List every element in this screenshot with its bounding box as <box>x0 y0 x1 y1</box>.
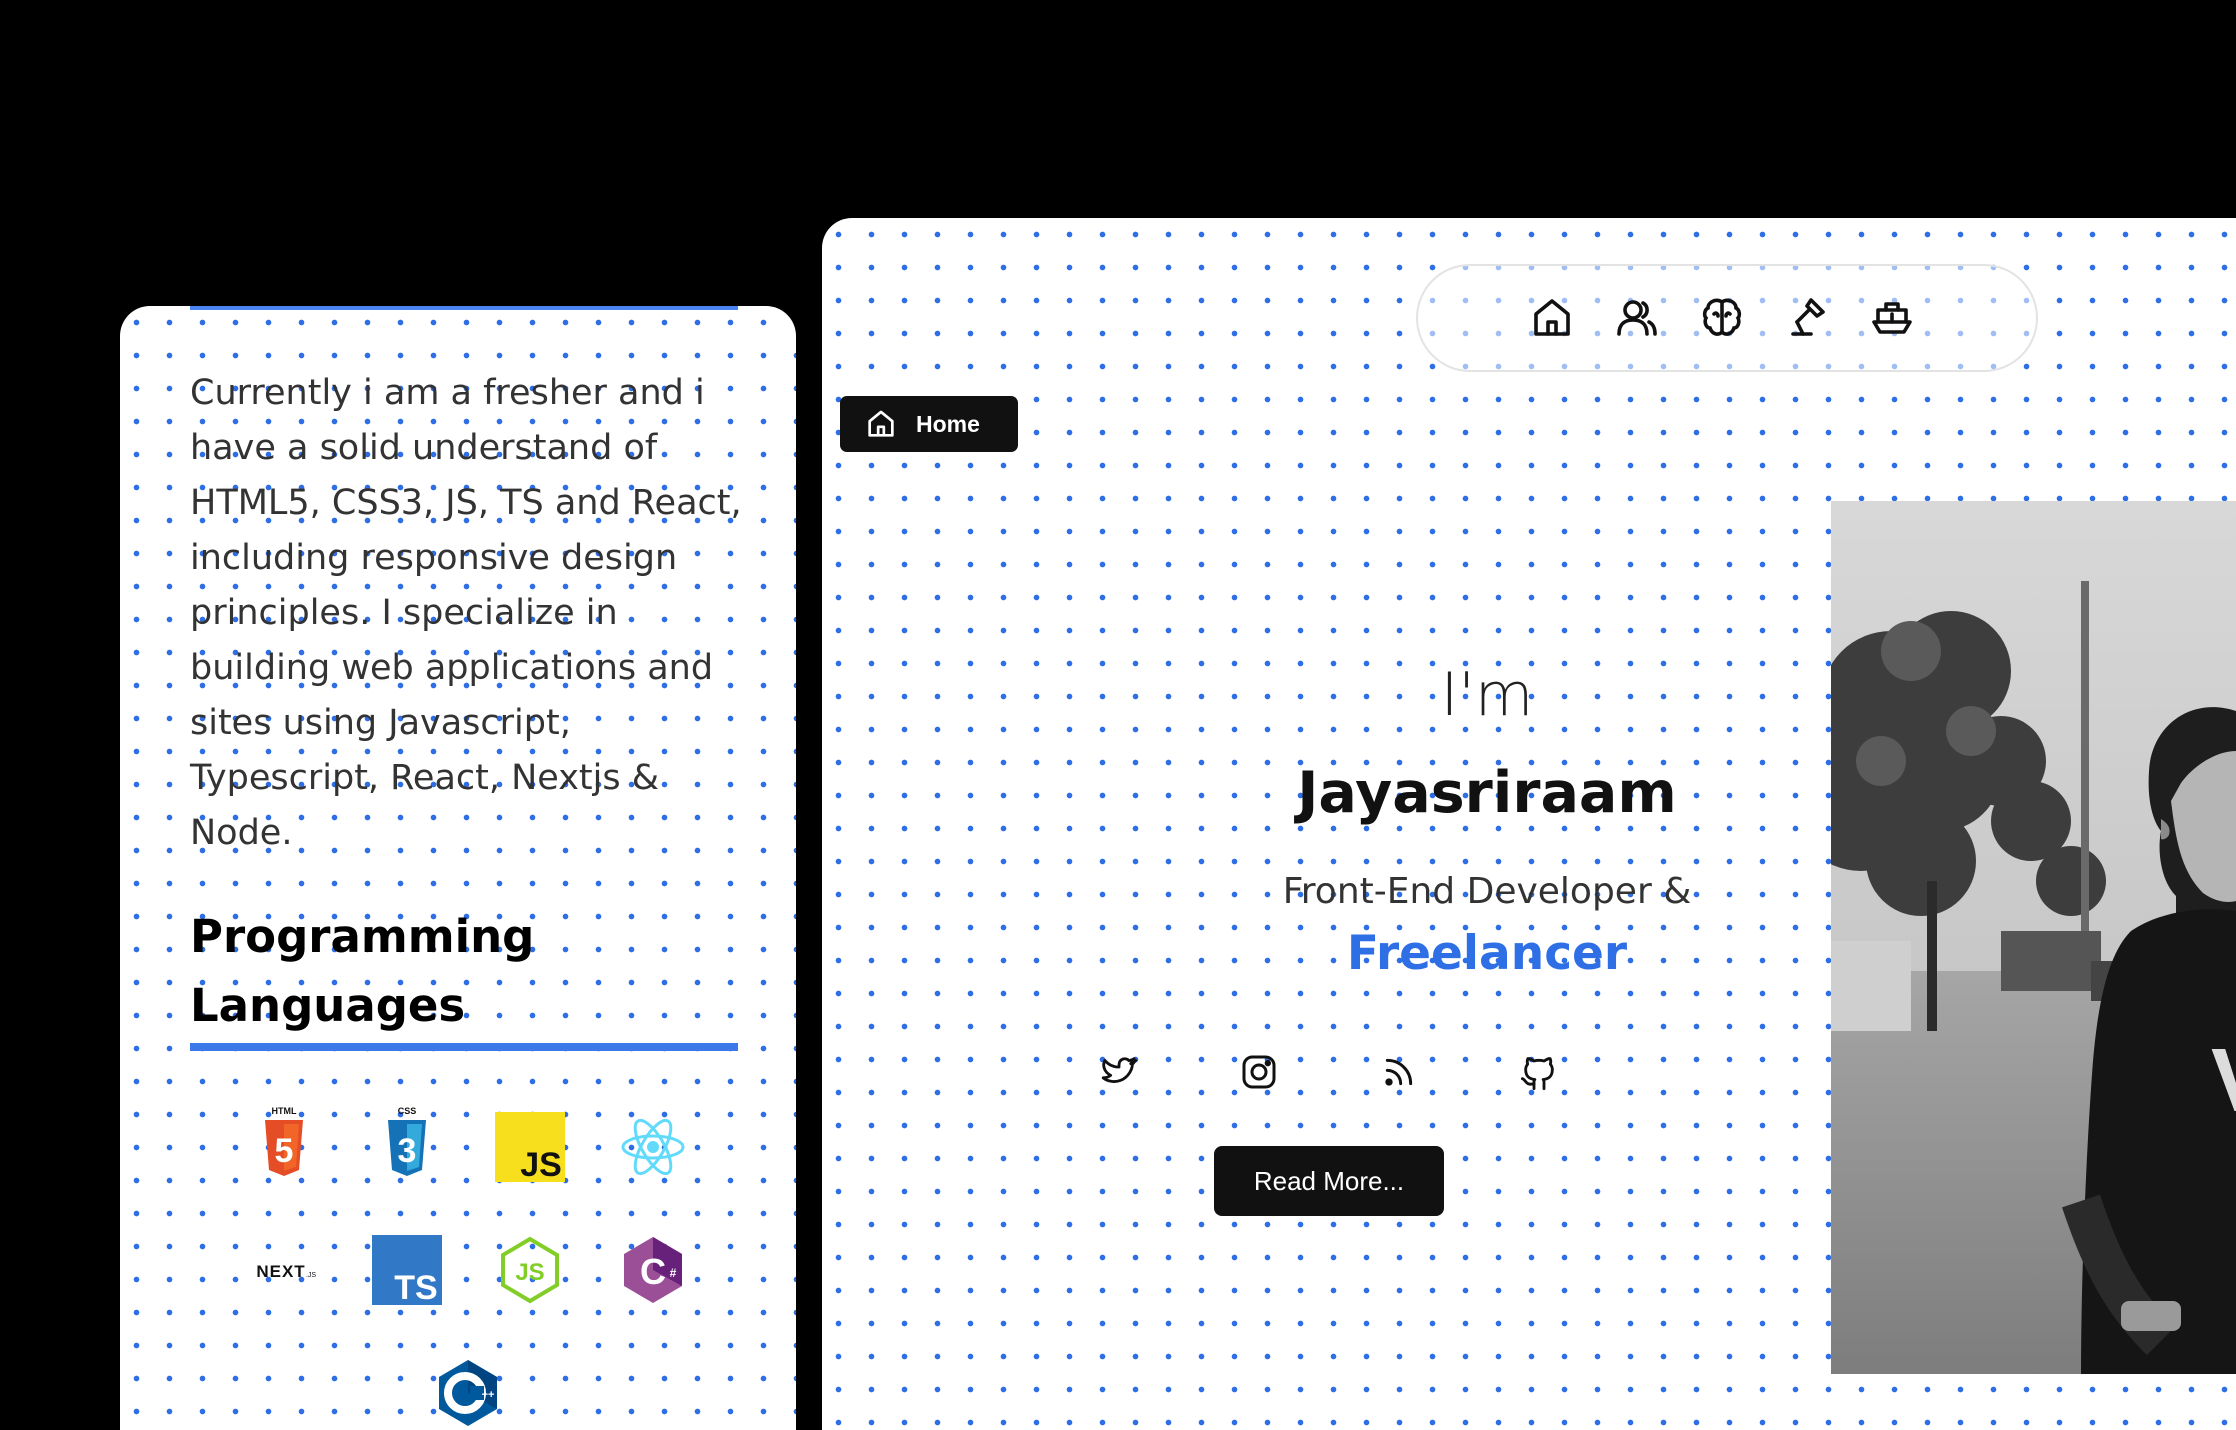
skills-heading: Programming Languages <box>190 910 535 1032</box>
javascript-icon: JS <box>487 1104 573 1190</box>
svg-text:NEXT: NEXT <box>256 1262 305 1281</box>
hero-window: Home I'm Jayasriraam Front-End Developer… <box>822 218 2236 1430</box>
home-label: Home <box>916 410 980 437</box>
svg-text:JS: JS <box>515 1259 544 1286</box>
instagram-icon[interactable] <box>1235 1048 1283 1096</box>
about-card: Currently i am a fresher and i have a so… <box>120 306 796 1430</box>
hero-accent: Freelancer <box>1346 926 1628 981</box>
svg-text:++: ++ <box>482 1389 495 1401</box>
csharp-icon: C # <box>610 1227 696 1313</box>
cplusplus-icon: ++ <box>425 1350 511 1430</box>
svg-text:V: V <box>2211 1031 2236 1131</box>
svg-text:3: 3 <box>398 1132 417 1170</box>
svg-text:JS: JS <box>520 1146 562 1184</box>
hero-role: Front-End Developer & <box>1282 871 1692 912</box>
home-icon[interactable] <box>1526 292 1578 344</box>
svg-text:C: C <box>640 1251 666 1292</box>
top-divider <box>190 306 738 310</box>
svg-text:.JS: .JS <box>306 1272 316 1279</box>
rss-icon[interactable] <box>1375 1048 1423 1096</box>
profile-photo: V <box>1831 501 2236 1374</box>
nextjs-icon: NEXT .JS <box>241 1227 327 1313</box>
top-nav <box>1416 264 2038 372</box>
brain-icon[interactable] <box>1696 292 1748 344</box>
twitter-icon[interactable] <box>1095 1048 1143 1096</box>
svg-text:#: # <box>670 1266 677 1280</box>
react-icon <box>610 1104 696 1190</box>
svg-text:CSS: CSS <box>398 1106 417 1116</box>
typescript-icon: TS <box>364 1227 450 1313</box>
ship-icon[interactable] <box>1866 292 1918 344</box>
users-icon[interactable] <box>1611 292 1663 344</box>
svg-text:5: 5 <box>275 1132 294 1170</box>
home-icon <box>868 410 894 437</box>
hero-name: Jayasriraam <box>1297 760 1677 826</box>
hero-intro: I'm <box>1440 660 1534 730</box>
svg-text:TS: TS <box>394 1269 437 1307</box>
nodejs-icon: JS <box>487 1227 573 1313</box>
about-paragraph: Currently i am a fresher and i have a so… <box>190 373 742 853</box>
read-more-button[interactable]: Read More... <box>1214 1146 1444 1216</box>
lamp-icon[interactable] <box>1781 292 1833 344</box>
skills-divider <box>190 1043 738 1051</box>
github-icon[interactable] <box>1515 1048 1563 1096</box>
css3-icon: CSS 3 <box>364 1104 450 1190</box>
home-button[interactable]: Home <box>840 396 1018 452</box>
html5-icon: HTML 5 <box>241 1104 327 1190</box>
svg-text:HTML: HTML <box>272 1106 297 1116</box>
